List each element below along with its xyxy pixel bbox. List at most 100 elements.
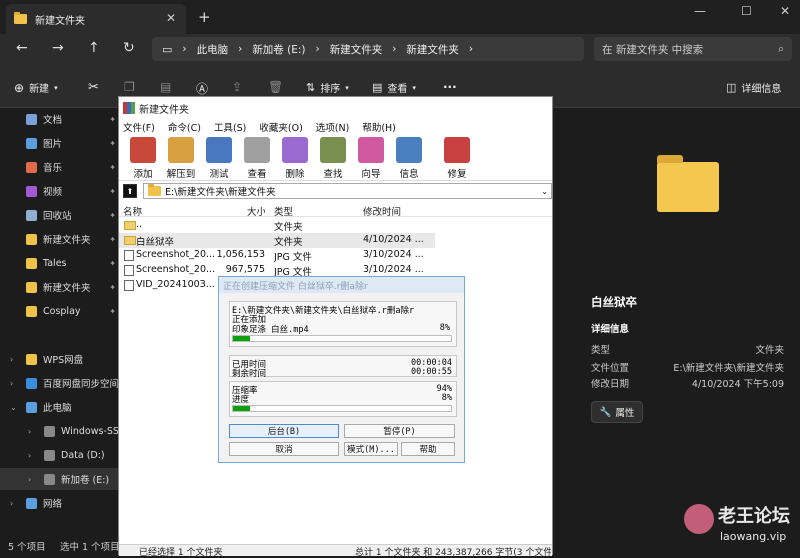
menu-help[interactable]: 帮助(H)	[362, 120, 396, 134]
col-type[interactable]: 类型	[274, 204, 293, 218]
pin-icon[interactable]: ✦	[109, 187, 116, 196]
mode-button[interactable]: 模式(M)...	[344, 442, 398, 456]
folder-icon	[26, 113, 37, 125]
menu-options[interactable]: 选项(N)	[316, 120, 350, 134]
toolbar-button[interactable]: 修复	[439, 135, 475, 181]
toolbar-button[interactable]: 添加	[125, 135, 161, 181]
breadcrumb-item[interactable]: 此电脑	[197, 42, 229, 57]
toolbar-button[interactable]: 删除	[277, 135, 313, 181]
breadcrumb-item[interactable]: 新加卷 (E:)	[252, 42, 305, 57]
pin-icon[interactable]: ✦	[109, 283, 116, 292]
chevron-right-icon[interactable]: ›	[10, 499, 13, 508]
up-folder-icon[interactable]: ⬆	[123, 184, 137, 198]
up-icon[interactable]: ↑	[88, 40, 100, 56]
close-icon[interactable]: ✕	[166, 11, 176, 25]
sort-button[interactable]: ⇅ 排序 ▾	[306, 80, 349, 95]
toolbar-button[interactable]: 测试	[201, 135, 237, 181]
col-date[interactable]: 修改时间	[363, 204, 401, 218]
properties-button[interactable]: 🔧 属性	[591, 401, 643, 423]
file-row[interactable]: Screenshot_20... 1,056,153 JPG 文件 3/10/2024…	[119, 248, 552, 263]
details-button[interactable]: ◫ 详细信息	[726, 80, 781, 95]
new-button[interactable]: ⊕ 新建 ▾	[14, 80, 58, 96]
cancel-button[interactable]: 取消	[229, 442, 339, 456]
sidebar-item[interactable]: 视频 ✦	[0, 180, 118, 202]
sidebar-item-label: 回收站	[43, 211, 72, 222]
nav-tree-item[interactable]: › 网络	[0, 492, 118, 514]
copy-icon[interactable]: ❐	[124, 80, 135, 94]
background-button[interactable]: 后台(B)	[229, 424, 339, 438]
forward-icon[interactable]: →	[52, 40, 64, 56]
tab-active[interactable]: 新建文件夹	[6, 4, 186, 34]
chevron-right-icon[interactable]: ›	[28, 451, 31, 460]
chevron-right-icon: ›	[238, 43, 243, 55]
sidebar-item[interactable]: 回收站 ✦	[0, 204, 118, 226]
more-icon[interactable]: ···	[443, 80, 457, 94]
nav-tree-item[interactable]: › 百度网盘同步空间	[0, 372, 118, 394]
sidebar-item[interactable]: 音乐 ✦	[0, 156, 118, 178]
sidebar-item[interactable]: 图片 ✦	[0, 132, 118, 154]
file-row[interactable]: 白丝狱卒 文件夹 4/10/2024 ...	[119, 233, 435, 248]
toolbar-button[interactable]: 查找	[315, 135, 351, 181]
menu-file[interactable]: 文件(F)	[123, 120, 155, 134]
chevron-down-icon[interactable]: ⌄	[10, 403, 17, 412]
pin-icon[interactable]: ✦	[109, 307, 116, 316]
address-bar[interactable]: ▭ › 此电脑 › 新加卷 (E:) › 新建文件夹 › 新建文件夹 ›	[152, 37, 584, 61]
sidebar-item[interactable]: 新建文件夹 ✦	[0, 276, 118, 298]
nav-tree-item[interactable]: › Windows-SSD (C	[0, 420, 118, 442]
minimize-icon[interactable]: —	[694, 4, 706, 18]
menu-favorites[interactable]: 收藏夹(O)	[259, 120, 302, 134]
maximize-icon[interactable]: ☐	[741, 4, 752, 18]
pause-button[interactable]: 暂停(P)	[344, 424, 455, 438]
search-input[interactable]: 在 新建文件夹 中搜索 ⌕	[594, 37, 792, 61]
detail-value: 4/10/2024 下午5:09	[691, 379, 784, 390]
toolbar-button[interactable]: 查看	[239, 135, 275, 181]
chevron-right-icon[interactable]: ›	[10, 379, 13, 388]
new-tab-icon[interactable]: +	[198, 8, 211, 26]
pin-icon[interactable]: ✦	[109, 163, 116, 172]
breadcrumb-item[interactable]: 新建文件夹	[330, 42, 383, 57]
chevron-right-icon[interactable]: ›	[10, 355, 13, 364]
nav-tree-item[interactable]: › 新加卷 (E:)	[0, 468, 118, 490]
file-name: 白丝狱卒	[136, 237, 175, 248]
rename-icon[interactable]: Ⓐ	[196, 80, 208, 97]
sidebar-item[interactable]: 文档 ✦	[0, 108, 118, 130]
help-button[interactable]: 帮助	[401, 442, 455, 456]
pin-icon[interactable]: ✦	[109, 259, 116, 268]
file-type: 文件夹	[274, 237, 303, 248]
drive-icon	[44, 473, 55, 485]
chevron-right-icon[interactable]: ›	[28, 427, 31, 436]
toolbar-tool-icon	[168, 137, 194, 163]
pin-icon[interactable]: ✦	[109, 235, 116, 244]
paste-icon[interactable]: ▤	[160, 80, 171, 94]
chevron-down-icon[interactable]: ⌄	[541, 187, 548, 196]
winrar-path-input[interactable]: E:\新建文件夹\新建文件夹 ⌄	[143, 183, 552, 199]
pin-icon[interactable]: ✦	[109, 115, 116, 124]
nav-tree-item[interactable]: › WPS网盘	[0, 348, 118, 370]
menu-tools[interactable]: 工具(S)	[214, 120, 246, 134]
sidebar-item[interactable]: Cosplay ✦	[0, 300, 118, 322]
nav-tree-item[interactable]: ⌄ 此电脑	[0, 396, 118, 418]
toolbar-button[interactable]: 向导	[353, 135, 389, 181]
back-icon[interactable]: ←	[16, 40, 28, 56]
cut-icon[interactable]: ✂	[88, 80, 99, 95]
chevron-right-icon[interactable]: ›	[28, 475, 31, 484]
view-button[interactable]: ▤ 查看 ▾	[372, 80, 416, 95]
delete-icon[interactable]: 🗑	[268, 80, 283, 94]
details-label: 详细信息	[741, 84, 782, 95]
pin-icon[interactable]: ✦	[109, 139, 116, 148]
sidebar-item[interactable]: 新建文件夹 ✦	[0, 228, 118, 250]
toolbar-button[interactable]: 信息	[391, 135, 427, 181]
file-row[interactable]: .. 文件夹	[119, 218, 552, 233]
refresh-icon[interactable]: ↻	[123, 40, 135, 56]
share-icon[interactable]: ⇪	[232, 80, 242, 94]
sidebar-item[interactable]: Tales ✦	[0, 252, 118, 274]
breadcrumb-item[interactable]: 新建文件夹	[406, 42, 459, 57]
toolbar-button[interactable]: 解压到	[163, 135, 199, 181]
selection-count: 选中 1 个项目	[60, 542, 120, 553]
window-close-icon[interactable]: ✕	[780, 4, 790, 18]
col-size[interactable]: 大小	[247, 204, 265, 218]
col-name[interactable]: 名称	[123, 204, 142, 218]
nav-tree-item[interactable]: › Data (D:)	[0, 444, 118, 466]
menu-commands[interactable]: 命令(C)	[168, 120, 201, 134]
pin-icon[interactable]: ✦	[109, 211, 116, 220]
